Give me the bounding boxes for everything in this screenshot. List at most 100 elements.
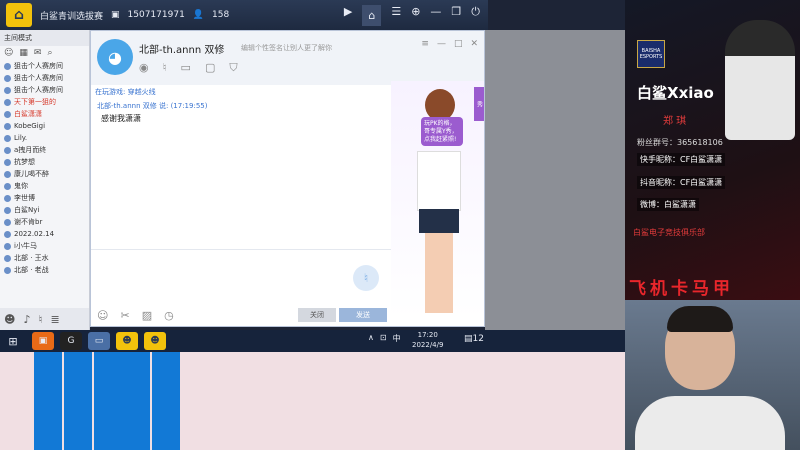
message-input[interactable]	[91, 249, 391, 309]
minimize-icon[interactable]: —	[437, 39, 446, 49]
speaker-icon[interactable]: ♪	[23, 313, 30, 326]
input-toolbar: ☺ ✂ ▨ ◷	[97, 309, 174, 322]
chat-icon[interactable]: ✉	[34, 48, 42, 58]
notification-count: 12	[472, 334, 484, 344]
room-list-item[interactable]: 抗梦想	[0, 156, 89, 168]
room-list-item[interactable]: 北部 · 王水	[0, 252, 89, 264]
room-list-item[interactable]: 谢不肯br	[0, 216, 89, 228]
user-avatar-icon	[4, 134, 11, 142]
user-avatar-icon	[4, 146, 11, 154]
send-button[interactable]: 发送	[339, 308, 387, 322]
menu-icon[interactable]: ≡	[421, 39, 429, 49]
room-list-panel: 主间模式 ☺ ▦ ✉ ⌕ 狙击个人赛房间 狙击个人赛房间 狙击个人赛房间 天下第一狙的…	[0, 30, 90, 330]
equalizer-icon[interactable]: ≣	[50, 313, 59, 326]
room-list-item[interactable]: 北部 · 老战	[0, 264, 89, 276]
room-list-item[interactable]: 白鲨潇潇	[0, 108, 89, 120]
room-list-label: 北部 · 老战	[14, 266, 49, 274]
shield-icon[interactable]: ⛉	[229, 61, 237, 75]
contact-avatar[interactable]: ◕	[97, 39, 133, 75]
screen-icon[interactable]: ▶	[344, 5, 352, 26]
mascot-icon[interactable]: ☻	[4, 313, 15, 326]
taskbar-app-window-icon[interactable]: ▭	[88, 332, 110, 350]
game-status: 在玩游戏: 穿越火线	[95, 88, 156, 96]
webcam-feed	[625, 300, 800, 450]
contact-name[interactable]: 北部-th.annn 双修	[139, 41, 224, 56]
microphone-icon[interactable]: ♮	[163, 61, 167, 75]
list-icon[interactable]: ☰	[391, 5, 401, 26]
streamer-overlay: BAISHA ESPORTS 白鲨Xxiao 郑 琪 粉丝群号：36561810…	[625, 0, 800, 300]
windows-start-icon[interactable]: ⊞	[0, 335, 26, 348]
contact-status: 编辑个性签名让别人更了解你	[241, 44, 332, 52]
room-list-item[interactable]: 狙击个人赛房间	[0, 60, 89, 72]
room-list-label: KobeGigi	[14, 122, 46, 130]
avatar-legs	[425, 233, 453, 313]
room-list-label: 李世博	[14, 194, 35, 202]
room-list-item[interactable]: 2022.02.14	[0, 228, 89, 240]
folder-icon[interactable]: ▭	[181, 61, 191, 75]
grid-icon[interactable]: ▦	[19, 48, 28, 58]
room-list-item[interactable]: KobeGigi	[0, 120, 89, 132]
scissors-icon[interactable]: ✂	[120, 309, 129, 322]
maximize-icon[interactable]: □	[454, 39, 463, 49]
room-list-label: 2022.02.14	[14, 230, 55, 238]
taskbar-app-orange-icon[interactable]: ▣	[32, 332, 54, 350]
room-list-label: i小牛马	[14, 242, 37, 250]
room-list-label: 鬼你	[14, 182, 28, 190]
search-icon[interactable]: ⌕	[47, 48, 52, 58]
user-avatar-icon	[4, 158, 11, 166]
history-icon[interactable]: ◷	[164, 309, 174, 322]
avatar-showcase[interactable]: 玩PK的格，哥专属Y秀，点我赶紧照! 秀	[391, 81, 484, 319]
user-avatar-icon	[4, 254, 11, 262]
app-logo-icon[interactable]: ⌂	[6, 3, 32, 27]
room-list-item[interactable]: i小牛马	[0, 240, 89, 252]
message-meta: 北部-th.annn 双修 说: (17:19:55)	[97, 102, 208, 110]
user-avatar-icon	[4, 182, 11, 190]
gamepad-icon[interactable]: ⊕	[411, 5, 420, 26]
remote-icon[interactable]: ▢	[205, 61, 215, 75]
voice-call-icon[interactable]: ◉	[139, 61, 149, 75]
room-list-item[interactable]: 狙击个人赛房间	[0, 72, 89, 84]
voice-input-icon[interactable]: ♮	[353, 265, 379, 291]
mode-selector[interactable]: 主间模式	[0, 30, 89, 46]
user-avatar-icon	[4, 218, 11, 226]
user-avatar-icon	[4, 170, 11, 178]
room-list-item[interactable]: 狙击个人赛房间	[0, 84, 89, 96]
kuaishou-handle: 快手昵称：CF白鲨潇潇	[637, 153, 726, 166]
taskbar-clock[interactable]: 17:20 2022/4/9	[412, 331, 443, 351]
people-icon[interactable]: ☺	[4, 48, 13, 58]
restore-icon[interactable]: ❐	[451, 5, 461, 26]
team-logo: BAISHA ESPORTS	[637, 40, 665, 68]
notification-icon[interactable]: ▤12	[464, 334, 484, 344]
chat-window: ◕ 北部-th.annn 双修 编辑个性签名让别人更了解你 ≡ — □ ✕ ◉ …	[90, 30, 485, 327]
power-icon[interactable]: ⏻	[471, 5, 480, 26]
minimize-icon[interactable]: —	[430, 5, 441, 26]
taskbar-app-g-icon[interactable]: G	[60, 332, 82, 350]
showcase-bubble[interactable]: 玩PK的格，哥专属Y秀，点我赶紧照!	[421, 117, 463, 147]
blue-bar	[94, 352, 122, 450]
close-icon[interactable]: ✕	[470, 39, 478, 49]
viewers-icon: 👤	[192, 10, 205, 20]
taskbar-app-mascot2-icon[interactable]: ☻	[144, 332, 166, 350]
room-list-item[interactable]: Lily.	[0, 132, 89, 144]
home-icon[interactable]: ⌂	[362, 4, 382, 26]
room-list-item[interactable]: 李世博	[0, 192, 89, 204]
room-list-item[interactable]: a拽月而终	[0, 144, 89, 156]
blue-bar	[122, 352, 150, 450]
showcase-tab[interactable]: 秀	[474, 87, 484, 121]
room-list-item[interactable]: 天下第一狙的	[0, 96, 89, 108]
room-list-item[interactable]: 康儿喝不醉	[0, 168, 89, 180]
tray-power-icon[interactable]: ⊡	[380, 333, 387, 344]
mic-icon[interactable]: ♮	[39, 313, 43, 326]
emoji-icon[interactable]: ☺	[97, 309, 108, 322]
panel-tools: ☺ ▦ ✉ ⌕	[0, 46, 89, 60]
room-list-label: 抗梦想	[14, 158, 35, 166]
tray-language[interactable]: 中	[393, 333, 401, 344]
viewer-count: 158	[212, 10, 230, 20]
tray-up-icon[interactable]: ∧	[368, 333, 374, 344]
taskbar-app-mascot-icon[interactable]: ☻	[116, 332, 138, 350]
room-list-item[interactable]: 白鲨Nyi	[0, 204, 89, 216]
image-icon[interactable]: ▨	[142, 309, 152, 322]
close-button[interactable]: 关闭	[298, 308, 336, 322]
room-list-item[interactable]: 鬼你	[0, 180, 89, 192]
streamer-title: 白鲨Xxiao	[637, 84, 714, 102]
